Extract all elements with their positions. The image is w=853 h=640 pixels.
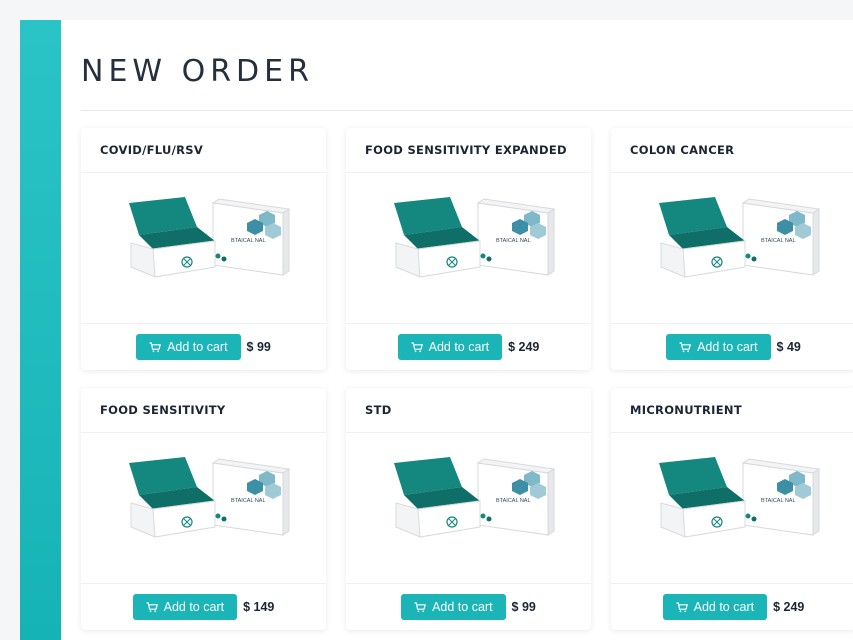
product-name: FOOD SENSITIVITY EXPANDED [346,128,591,173]
title-divider [81,110,853,111]
product-image: BTAICAL NAL [611,173,853,324]
accent-sidebar [20,20,61,640]
add-to-cart-label: Add to cart [163,600,225,614]
add-to-cart-label: Add to cart [693,600,755,614]
product-price: $ 99 [246,340,271,354]
product-card: FOOD SENSITIVITY EXPANDED BTAICAL NAL Ad… [346,128,591,370]
svg-text:BTAICAL NAL: BTAICAL NAL [496,498,531,504]
test-kit-box-image: BTAICAL NAL [129,457,291,538]
product-price: $ 99 [511,600,536,614]
product-price: $ 249 [773,600,805,614]
test-kit-box-image: BTAICAL NAL [394,457,556,538]
product-price: $ 149 [243,600,275,614]
product-name: COVID/FLU/RSV [81,128,326,173]
add-to-cart-button[interactable]: Add to cart [136,334,241,360]
test-kit-box-image: BTAICAL NAL [659,197,821,278]
product-footer: Add to cart $ 99 [81,324,326,370]
add-to-cart-label: Add to cart [428,340,490,354]
product-card: MICRONUTRIENT BTAICAL NAL Add to cart $ … [611,388,853,630]
svg-text:BTAICAL NAL: BTAICAL NAL [761,238,796,244]
add-to-cart-button[interactable]: Add to cart [397,334,503,360]
product-card: FOOD SENSITIVITY BTAICAL NAL Add to cart… [81,388,326,630]
add-to-cart-button[interactable]: Add to cart [132,594,238,620]
product-price: $ 49 [776,340,801,354]
product-image: BTAICAL NAL [81,173,326,324]
product-name: MICRONUTRIENT [611,388,853,433]
product-card: COLON CANCER BTAICAL NAL Add to cart $ 4… [611,128,853,370]
product-card: STD BTAICAL NAL Add to cart $ 99 [346,388,591,630]
add-to-cart-label: Add to cart [167,340,228,354]
svg-text:BTAICAL NAL: BTAICAL NAL [496,238,531,244]
product-image: BTAICAL NAL [81,433,326,584]
cart-icon [679,341,692,352]
add-to-cart-button[interactable]: Add to cart [666,334,771,360]
add-to-cart-label: Add to cart [432,600,493,614]
page-title: NEW ORDER [81,54,314,89]
product-footer: Add to cart $ 149 [81,584,326,630]
cart-icon [149,341,162,352]
cart-icon [676,601,688,612]
test-kit-box-image: BTAICAL NAL [129,197,291,278]
product-price: $ 249 [508,340,540,354]
cart-icon [146,601,158,612]
add-to-cart-button[interactable]: Add to cart [401,594,506,620]
test-kit-box-image: BTAICAL NAL [394,197,556,278]
cart-icon [414,601,427,612]
add-to-cart-label: Add to cart [697,340,758,354]
svg-text:BTAICAL NAL: BTAICAL NAL [231,238,266,244]
cart-icon [411,341,423,352]
product-footer: Add to cart $ 249 [346,324,591,370]
product-image: BTAICAL NAL [611,433,853,584]
test-kit-box-image: BTAICAL NAL [659,457,821,538]
product-card: COVID/FLU/RSV BTAICAL NAL Add to cart $ … [81,128,326,370]
product-name: FOOD SENSITIVITY [81,388,326,433]
product-image: BTAICAL NAL [346,173,591,324]
new-order-panel: NEW ORDER COVID/FLU/RSV BTAICAL NAL Add … [20,20,853,640]
svg-text:BTAICAL NAL: BTAICAL NAL [761,498,796,504]
product-name: STD [346,388,591,433]
product-image: BTAICAL NAL [346,433,591,584]
product-footer: Add to cart $ 249 [611,584,853,630]
add-to-cart-button[interactable]: Add to cart [662,594,768,620]
product-name: COLON CANCER [611,128,853,173]
svg-text:BTAICAL NAL: BTAICAL NAL [231,498,266,504]
product-footer: Add to cart $ 99 [346,584,591,630]
product-footer: Add to cart $ 49 [611,324,853,370]
